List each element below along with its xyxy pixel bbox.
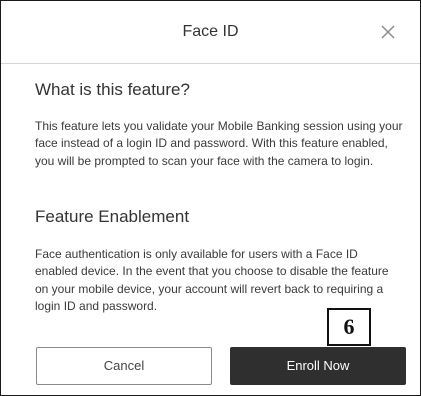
close-button[interactable] [377, 21, 399, 43]
section-body-feature-description: This feature lets you validate your Mobi… [35, 119, 403, 168]
enroll-now-button[interactable]: Enroll Now [230, 347, 406, 385]
cancel-button[interactable]: Cancel [36, 347, 212, 385]
section-heading-what-is-this-feature: What is this feature? [35, 80, 190, 99]
dialog-title: Face ID [182, 23, 239, 40]
close-icon [381, 25, 395, 39]
section-heading-feature-enablement: Feature Enablement [35, 207, 190, 226]
section-body-enablement-description: Face authentication is only available fo… [35, 247, 389, 313]
dialog-header: Face ID [1, 1, 420, 64]
step-number-badge: 6 [327, 308, 371, 346]
face-id-dialog: Face ID What is this feature? This featu… [0, 0, 421, 396]
